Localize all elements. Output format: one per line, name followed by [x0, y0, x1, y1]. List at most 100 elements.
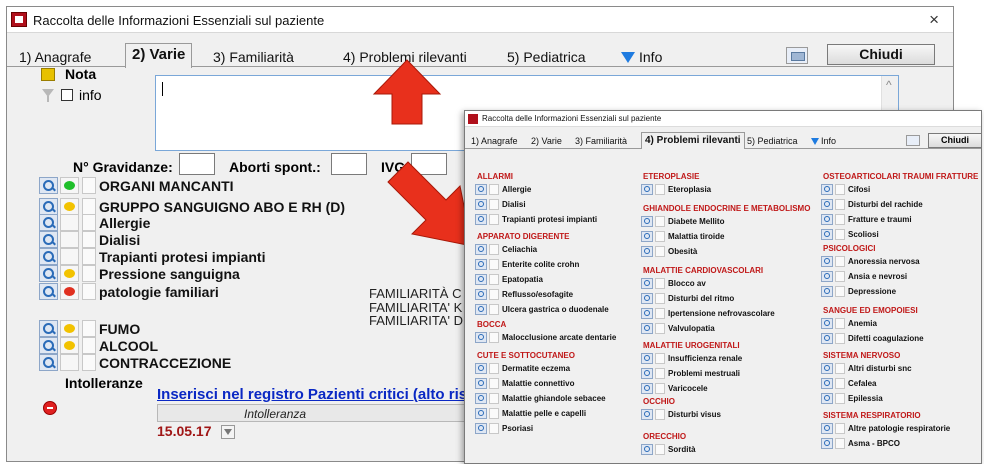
magnifier-icon[interactable]: [821, 318, 833, 329]
problem-checkbox[interactable]: [489, 363, 499, 374]
magnifier-icon[interactable]: [39, 320, 58, 337]
magnifier-icon[interactable]: [821, 214, 833, 225]
problem-checkbox[interactable]: [655, 231, 665, 242]
problem-checkbox[interactable]: [835, 271, 845, 282]
problem-checkbox[interactable]: [655, 278, 665, 289]
magnifier-icon[interactable]: [821, 363, 833, 374]
popup-tab-familiarita[interactable]: 3) Familiarità: [575, 136, 627, 146]
popup-tab-anagrafe[interactable]: 1) Anagrafe: [471, 136, 518, 146]
problem-checkbox[interactable]: [655, 293, 665, 304]
gravidanze-input[interactable]: [179, 153, 215, 175]
magnifier-icon[interactable]: [641, 368, 653, 379]
problem-checkbox[interactable]: [835, 256, 845, 267]
chiudi-button[interactable]: Chiudi: [827, 44, 935, 65]
problem-checkbox[interactable]: [835, 438, 845, 449]
problem-checkbox[interactable]: [655, 308, 665, 319]
problem-checkbox[interactable]: [489, 423, 499, 434]
magnifier-icon[interactable]: [821, 333, 833, 344]
problem-checkbox[interactable]: [835, 318, 845, 329]
problem-checkbox[interactable]: [655, 323, 665, 334]
magnifier-icon[interactable]: [475, 184, 487, 195]
magnifier-icon[interactable]: [821, 393, 833, 404]
magnifier-icon[interactable]: [641, 444, 653, 455]
nota-icon[interactable]: [41, 68, 55, 81]
problem-checkbox[interactable]: [655, 444, 665, 455]
popup-view-button[interactable]: [906, 135, 920, 146]
info-checkbox[interactable]: [61, 89, 73, 101]
problem-checkbox[interactable]: [835, 423, 845, 434]
problem-checkbox[interactable]: [489, 214, 499, 225]
problem-checkbox[interactable]: [489, 184, 499, 195]
problem-checkbox[interactable]: [835, 393, 845, 404]
magnifier-icon[interactable]: [475, 393, 487, 404]
magnifier-icon[interactable]: [821, 378, 833, 389]
popup-tab-varie[interactable]: 2) Varie: [531, 136, 562, 146]
problem-checkbox[interactable]: [655, 246, 665, 257]
problem-checkbox[interactable]: [489, 393, 499, 404]
magnifier-icon[interactable]: [475, 289, 487, 300]
magnifier-icon[interactable]: [821, 271, 833, 282]
magnifier-icon[interactable]: [641, 216, 653, 227]
problem-checkbox[interactable]: [489, 332, 499, 343]
problem-checkbox[interactable]: [835, 286, 845, 297]
magnifier-icon[interactable]: [641, 323, 653, 334]
problem-checkbox[interactable]: [835, 214, 845, 225]
popup-tab-info[interactable]: Info: [811, 136, 836, 146]
magnifier-icon[interactable]: [821, 423, 833, 434]
problem-checkbox[interactable]: [489, 274, 499, 285]
magnifier-icon[interactable]: [641, 409, 653, 420]
problem-checkbox[interactable]: [655, 409, 665, 420]
problem-checkbox[interactable]: [655, 353, 665, 364]
tab-info[interactable]: Info: [615, 47, 668, 68]
magnifier-icon[interactable]: [475, 378, 487, 389]
problem-checkbox[interactable]: [655, 216, 665, 227]
aborti-input[interactable]: [331, 153, 367, 175]
magnifier-icon[interactable]: [39, 248, 58, 265]
magnifier-icon[interactable]: [39, 177, 58, 194]
problem-checkbox[interactable]: [835, 184, 845, 195]
popup-tab-pediatrica[interactable]: 5) Pediatrica: [747, 136, 798, 146]
magnifier-icon[interactable]: [39, 231, 58, 248]
problem-checkbox[interactable]: [655, 383, 665, 394]
problem-checkbox[interactable]: [489, 289, 499, 300]
problem-checkbox[interactable]: [835, 363, 845, 374]
magnifier-icon[interactable]: [475, 199, 487, 210]
tab-familiarita[interactable]: 3) Familiarità: [207, 47, 300, 68]
magnifier-icon[interactable]: [641, 293, 653, 304]
tab-anagrafe[interactable]: 1) Anagrafe: [13, 47, 97, 68]
problem-checkbox[interactable]: [835, 378, 845, 389]
magnifier-icon[interactable]: [475, 408, 487, 419]
popup-tab-problemi-rilevanti[interactable]: 4) Problemi rilevanti: [641, 132, 745, 149]
magnifier-icon[interactable]: [821, 256, 833, 267]
magnifier-icon[interactable]: [641, 246, 653, 257]
problem-checkbox[interactable]: [489, 378, 499, 389]
magnifier-icon[interactable]: [475, 332, 487, 343]
magnifier-icon[interactable]: [821, 199, 833, 210]
magnifier-icon[interactable]: [39, 214, 58, 231]
magnifier-icon[interactable]: [641, 231, 653, 242]
problem-checkbox[interactable]: [835, 333, 845, 344]
problem-checkbox[interactable]: [835, 229, 845, 240]
problem-checkbox[interactable]: [655, 368, 665, 379]
registro-link[interactable]: Inserisci nel registro Pazienti critici …: [157, 386, 467, 403]
magnifier-icon[interactable]: [39, 265, 58, 282]
magnifier-icon[interactable]: [475, 304, 487, 315]
magnifier-icon[interactable]: [821, 286, 833, 297]
item-row[interactable]: CONTRACCEZIONE: [39, 353, 369, 374]
tab-varie[interactable]: 2) Varie: [125, 43, 193, 68]
view-button[interactable]: [786, 47, 808, 64]
magnifier-icon[interactable]: [641, 308, 653, 319]
popup-chiudi-button[interactable]: Chiudi: [928, 133, 981, 148]
item-row[interactable]: patologie familiari: [39, 282, 369, 303]
magnifier-icon[interactable]: [475, 214, 487, 225]
magnifier-icon[interactable]: [641, 353, 653, 364]
magnifier-icon[interactable]: [39, 283, 58, 300]
filter-icon[interactable]: [42, 89, 54, 102]
problem-checkbox[interactable]: [655, 184, 665, 195]
magnifier-icon[interactable]: [475, 274, 487, 285]
stop-icon[interactable]: [43, 401, 57, 415]
magnifier-icon[interactable]: [821, 438, 833, 449]
problem-checkbox[interactable]: [489, 259, 499, 270]
problem-checkbox[interactable]: [489, 199, 499, 210]
magnifier-icon[interactable]: [641, 383, 653, 394]
